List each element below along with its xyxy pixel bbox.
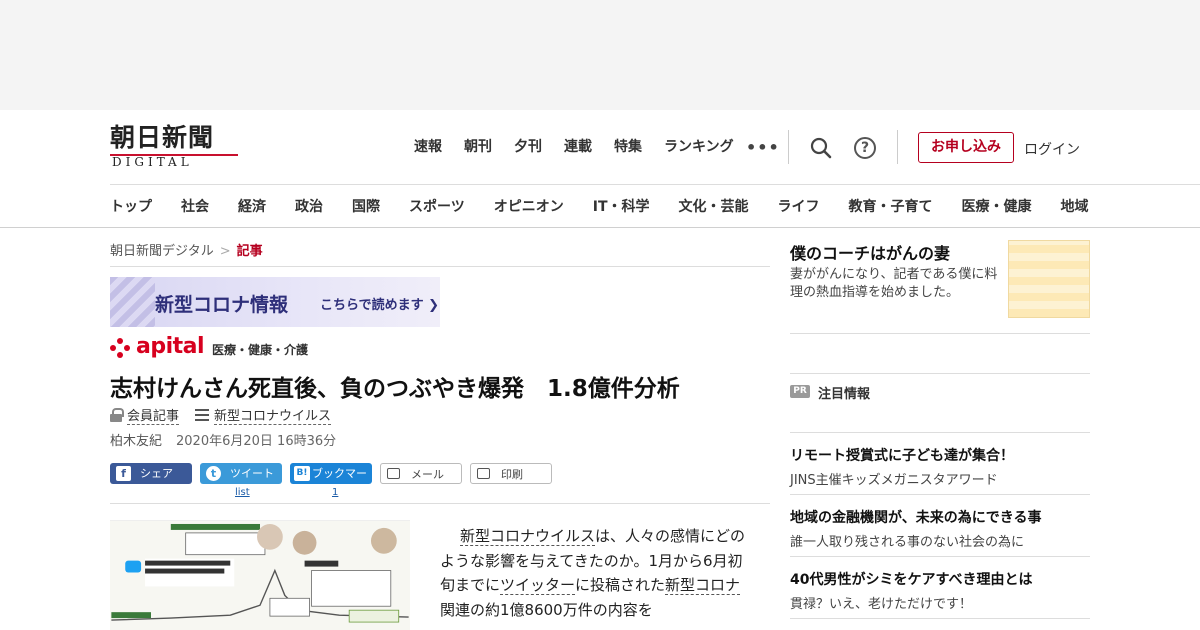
top-nav: 速報 朝刊 夕刊 連載 特集 ランキング (414, 138, 756, 156)
pr-item-sub: 貫禄？いえ、老けただけです！ (790, 597, 973, 612)
hatena-count[interactable]: 1 (332, 487, 338, 498)
ad-banner-area (0, 0, 1200, 110)
twitter-share-button[interactable]: t ツイート (200, 463, 282, 484)
twitter-icon: t (206, 466, 221, 481)
hatena-icon: B! (294, 466, 310, 481)
promo-description: 妻ががんになり、記者である僕に料理の熱血指導を始めました。 (790, 267, 998, 300)
publish-date: 2020年6月20日 16時36分 (176, 434, 337, 449)
site-logo[interactable]: 朝日新聞 DIGITAL (110, 124, 242, 172)
facebook-share-button[interactable]: f シェア (110, 463, 192, 484)
member-article-link[interactable]: 会員記事 (127, 405, 180, 425)
subscribe-button[interactable]: お申し込み (918, 132, 1014, 163)
breadcrumb-current: 記事 (236, 244, 263, 259)
apital-label[interactable]: apital 医療・健康・介護 (110, 336, 308, 358)
promo-thumbnail (1008, 240, 1090, 318)
byline: 柏木友紀 2020年6月20日 16時36分 (110, 430, 336, 449)
top-nav-morning[interactable]: 朝刊 (464, 138, 492, 156)
login-link[interactable]: ログイン (1024, 139, 1080, 159)
apital-logo-text: apital (136, 334, 205, 359)
cat-it-science[interactable]: IT・科学 (593, 196, 650, 216)
cat-education[interactable]: 教育・子育て (849, 196, 933, 216)
pr-item-headline: リモート授賞式に子ども達が集合！ (790, 448, 1014, 464)
body-text: 関連の約1億8600万件の内容を (440, 600, 653, 619)
list-icon (195, 409, 210, 421)
pr-section-title: 注目情報 (818, 387, 871, 402)
body-text: に投稿された (575, 576, 666, 594)
mail-share-button[interactable]: メール (380, 463, 462, 484)
pr-item-sub: JINS主催キッズメガニスタアワード (790, 473, 998, 488)
pr-item[interactable]: 40代男性がシミをケアすべき理由とは 貫禄？いえ、老けただけです！ (790, 557, 1090, 619)
lock-icon (110, 408, 124, 422)
banner-title: 新型コロナ情報 (155, 294, 289, 316)
twitter-share-label: ツイート (230, 467, 274, 480)
logo-text-en: DIGITAL (112, 155, 193, 169)
topic-link[interactable]: 新型コロナウイルス (214, 405, 332, 425)
pr-item-sub: 誰一人取り残される事のない社会の為に (790, 535, 1025, 550)
top-nav-series[interactable]: 連載 (564, 138, 592, 156)
divider (897, 130, 898, 164)
pr-item[interactable]: 地域の金融機関が、未来の為にできる事 誰一人取り残される事のない社会の為に (790, 495, 1090, 557)
more-icon[interactable]: ••• (746, 138, 780, 157)
print-button[interactable]: 印刷 (470, 463, 552, 484)
pr-badge: PR (790, 385, 810, 398)
cat-politics[interactable]: 政治 (295, 196, 323, 216)
twitter-count[interactable]: list (235, 487, 250, 498)
facebook-icon: f (116, 466, 131, 481)
top-nav-evening[interactable]: 夕刊 (514, 138, 542, 156)
mail-icon (387, 468, 400, 479)
breadcrumb: 朝日新聞デジタル > 記事 (110, 240, 263, 259)
article-body: 新型コロナウイルスは、人々の感情にどのような影響を与えてきたのか。1月から6月初… (440, 524, 750, 622)
divider (110, 266, 770, 267)
header-divider (110, 184, 1200, 185)
cat-top[interactable]: トップ (110, 196, 152, 216)
corona-info-banner[interactable]: 新型コロナ情報 こちらで読めます ❯ (110, 277, 440, 327)
top-nav-breaking[interactable]: 速報 (414, 138, 442, 156)
help-icon[interactable]: ? (854, 137, 876, 159)
banner-decoration (110, 277, 155, 327)
cat-health[interactable]: 医療・健康 (962, 196, 1032, 216)
keyword-link[interactable]: 新型コロナ (665, 576, 741, 595)
apital-logo-icon (110, 338, 132, 358)
site-header: 朝日新聞 DIGITAL 速報 朝刊 夕刊 連載 特集 ランキング ••• ? … (0, 110, 1200, 228)
promo-title: 僕のコーチはがんの妻 (790, 244, 951, 263)
cat-sports[interactable]: スポーツ (409, 196, 465, 216)
cat-international[interactable]: 国際 (352, 196, 380, 216)
pr-item-headline: 地域の金融機関が、未来の為にできる事 (790, 510, 1042, 526)
article-title: 志村けんさん死直後、負のつぶやき爆発 1.8億件分析 (110, 376, 680, 402)
category-nav: トップ 社会 経済 政治 国際 スポーツ オピニオン IT・科学 文化・芸能 ラ… (110, 196, 1118, 216)
top-nav-ranking[interactable]: ランキング (664, 138, 734, 156)
cat-life[interactable]: ライフ (778, 196, 820, 216)
banner-cta: こちらで読めます ❯ (320, 298, 440, 313)
article-meta: 会員記事 新型コロナウイルス (110, 405, 347, 425)
hatena-bookmark-label: ブックマーク (312, 467, 367, 501)
facebook-share-label: シェア (140, 467, 173, 480)
pr-item-headline: 40代男性がシミをケアすべき理由とは (790, 572, 1033, 588)
breadcrumb-home[interactable]: 朝日新聞デジタル (110, 244, 214, 259)
cat-society[interactable]: 社会 (181, 196, 209, 216)
divider (788, 130, 789, 164)
pr-item[interactable]: リモート授賞式に子ども達が集合！ JINS主催キッズメガニスタアワード (790, 433, 1090, 495)
keyword-link[interactable]: 新型コロナウイルス (460, 527, 596, 546)
breadcrumb-separator: > (219, 244, 231, 259)
print-label: 印刷 (501, 468, 523, 481)
logo-text-jp: 朝日新聞 (110, 123, 215, 152)
keyword-link[interactable]: ツイッター (500, 576, 576, 595)
cat-culture[interactable]: 文化・芸能 (679, 196, 749, 216)
print-icon (477, 468, 490, 479)
search-icon[interactable] (810, 137, 832, 159)
cat-local[interactable]: 地域 (1061, 196, 1089, 216)
cat-economy[interactable]: 経済 (238, 196, 266, 216)
apital-category: 医療・健康・介護 (212, 343, 309, 357)
cat-opinion[interactable]: オピニオン (494, 196, 564, 216)
author: 柏木友紀 (110, 434, 163, 449)
article-infographic-image[interactable] (110, 520, 410, 630)
pr-section-header: PR 注目情報 (790, 373, 1090, 433)
divider (110, 503, 770, 504)
mail-share-label: メール (411, 468, 444, 481)
rail-promo-card[interactable]: 僕のコーチはがんの妻 妻ががんになり、記者である僕に料理の熱血指導を始めました。 (790, 240, 1090, 334)
top-nav-features[interactable]: 特集 (614, 138, 642, 156)
hatena-bookmark-button[interactable]: B! ブックマーク (290, 463, 372, 501)
